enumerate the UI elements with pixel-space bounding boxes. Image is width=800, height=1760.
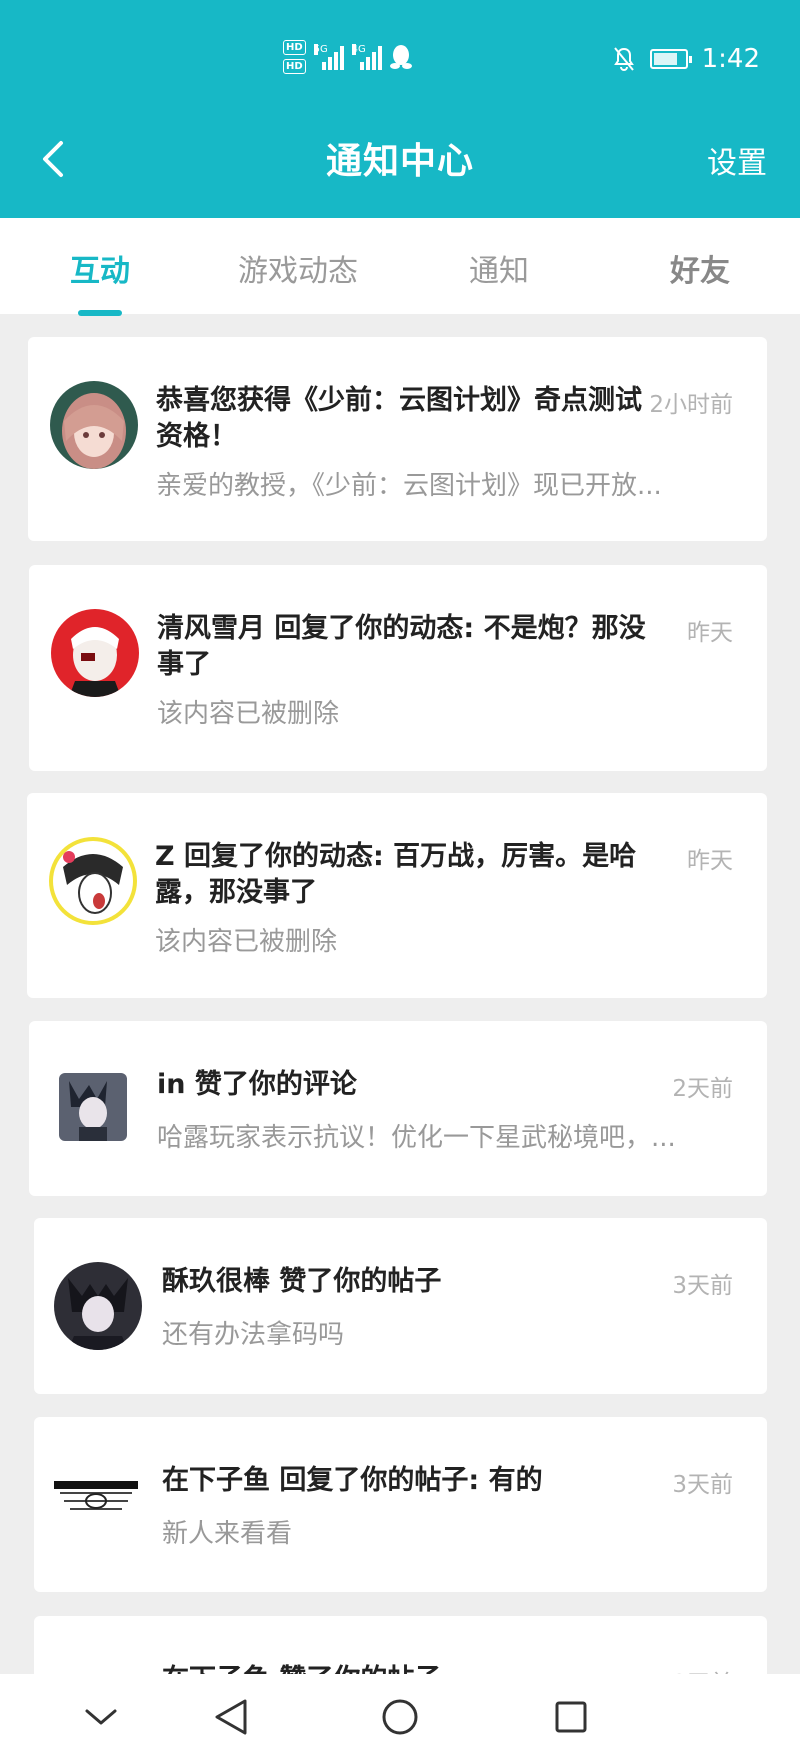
- battery-icon: [649, 49, 692, 69]
- hd-icon: HD: [283, 59, 306, 74]
- top-bar: 通知中心 设置: [0, 120, 800, 218]
- notification-subtitle: 该内容已被删除: [155, 927, 338, 957]
- nav-recents-button[interactable]: [546, 1692, 596, 1742]
- bell-muted-icon: [613, 47, 634, 71]
- notification-title: 酥玖很棒 赞了你的帖子: [162, 1266, 442, 1297]
- notification-subtitle: 该内容已被删除: [157, 699, 340, 729]
- avatar[interactable]: [54, 1262, 142, 1350]
- notification-subtitle: 亲爱的教授，《少前：云图计划》现已开放...: [156, 471, 662, 501]
- signal-5g-icon: 5G: [313, 44, 344, 70]
- notification-card[interactable]: in 赞了你的评论 哈露玩家表示抗议！优化一下星武秘境吧，... 2天前: [29, 1021, 767, 1196]
- notification-title: in 赞了你的评论: [157, 1069, 357, 1100]
- hd-icons: HD HD: [283, 40, 306, 74]
- notification-title: Z 回复了你的动态: 百万战，厉害。是哈露，那没事了: [155, 841, 637, 908]
- page-title: 通知中心: [325, 141, 474, 182]
- tab-bar: 互动 游戏动态 通知 好友: [0, 218, 800, 316]
- tab-notifications[interactable]: 通知: [469, 246, 529, 290]
- notification-title: 恭喜您获得《少前：云图计划》奇点测试资格！: [156, 385, 642, 452]
- nav-back-button[interactable]: [206, 1692, 256, 1742]
- avatar[interactable]: [59, 1073, 127, 1141]
- square-recents-icon: [555, 1701, 587, 1733]
- collapse-button[interactable]: [76, 1692, 126, 1742]
- qq-icon: [389, 45, 412, 69]
- triangle-back-icon: [215, 1699, 247, 1735]
- active-tab-indicator: [78, 310, 122, 316]
- nav-home-button[interactable]: [375, 1692, 425, 1742]
- notification-time: 2天前: [672, 1076, 733, 1102]
- settings-button[interactable]: 设置: [707, 138, 767, 182]
- tab-interaction[interactable]: 互动: [70, 246, 130, 290]
- notification-card[interactable]: 恭喜您获得《少前：云图计划》奇点测试资格！ 亲爱的教授，《少前：云图计划》现已开…: [28, 337, 767, 541]
- notification-card[interactable]: Z 回复了你的动态: 百万战，厉害。是哈露，那没事了 该内容已被删除 昨天: [27, 793, 767, 998]
- notification-card[interactable]: 在下子鱼 回复了你的帖子: 有的 新人来看看 3天前: [34, 1417, 767, 1592]
- notification-time: 3天前: [672, 1273, 733, 1299]
- system-nav-bar: [0, 1674, 800, 1760]
- notification-time: 昨天: [687, 848, 733, 874]
- signal-4g-icon: 4G: [351, 44, 382, 70]
- notification-card[interactable]: 酥玖很棒 赞了你的帖子 还有办法拿码吗 3天前: [34, 1218, 767, 1394]
- header-bar: HD HD 5G 4G 1:42 通知中心 设置: [0, 0, 800, 218]
- network-indicators: HD HD 5G 4G: [283, 40, 412, 74]
- clock: 1:42: [701, 44, 760, 74]
- notification-card[interactable]: 清风雪月 回复了你的动态: 不是炮？那没事了 该内容已被删除 昨天: [29, 565, 767, 771]
- notification-title: 在下子鱼 回复了你的帖子: 有的: [162, 1465, 543, 1496]
- hd-icon: HD: [283, 40, 306, 55]
- chevron-down-icon: [85, 1709, 117, 1725]
- status-bar: HD HD 5G 4G 1:42: [0, 0, 800, 120]
- notification-time: 昨天: [687, 620, 733, 646]
- avatar[interactable]: [51, 609, 139, 697]
- tab-friends[interactable]: 好友: [670, 246, 730, 290]
- notification-subtitle: 还有办法拿码吗: [162, 1320, 345, 1350]
- circle-home-icon: [382, 1699, 418, 1735]
- avatar[interactable]: [54, 1475, 138, 1515]
- tab-game-updates[interactable]: 游戏动态: [238, 246, 358, 290]
- status-right: 1:42: [612, 44, 760, 74]
- notification-time: 3天前: [672, 1472, 733, 1498]
- avatar[interactable]: [50, 381, 138, 469]
- notification-title: 清风雪月 回复了你的动态: 不是炮？那没事了: [157, 613, 646, 680]
- notification-time: 2小时前: [649, 392, 733, 418]
- notification-subtitle: 新人来看看: [162, 1519, 293, 1549]
- avatar[interactable]: [49, 837, 137, 925]
- notification-subtitle: 哈露玩家表示抗议！优化一下星武秘境吧，...: [157, 1123, 676, 1153]
